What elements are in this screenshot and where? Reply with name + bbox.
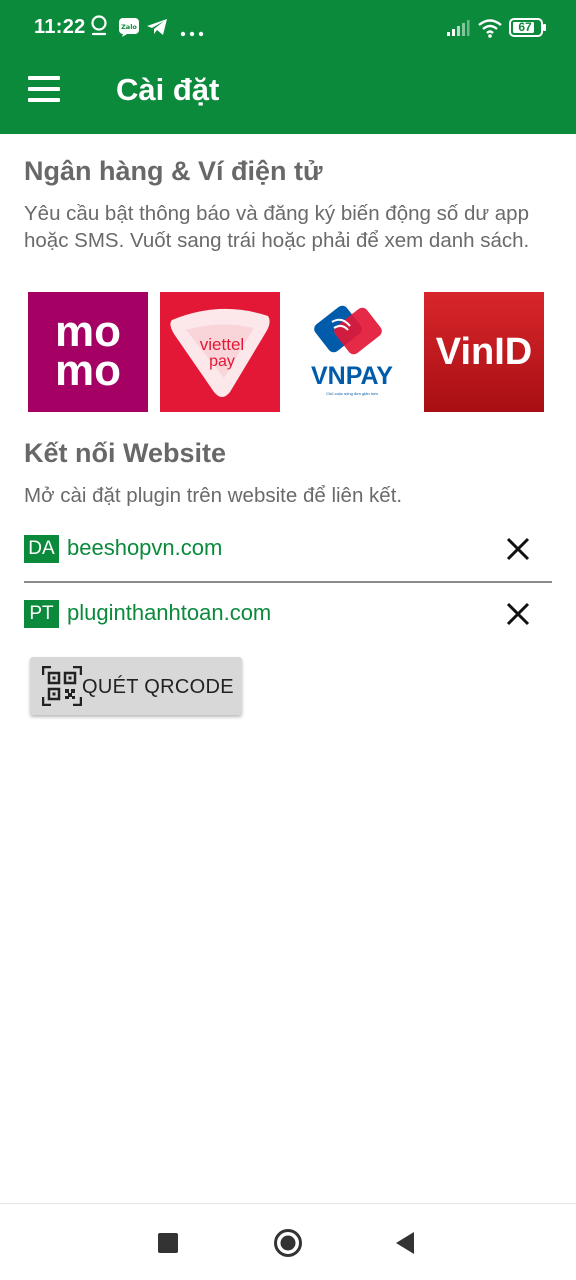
status-time: 11:22 xyxy=(34,16,86,38)
remove-site-button[interactable] xyxy=(504,600,532,628)
recents-square-icon[interactable] xyxy=(158,1233,178,1258)
momo-label-bottom: mo xyxy=(55,346,121,395)
row-divider xyxy=(24,581,552,583)
momo-logo[interactable]: mo mo xyxy=(28,292,148,412)
wifi-icon xyxy=(477,18,503,43)
site-badge: PT xyxy=(24,600,59,628)
site-domain[interactable]: beeshopvn.com xyxy=(67,535,222,561)
close-icon xyxy=(506,602,530,626)
home-circle-icon[interactable] xyxy=(273,1228,303,1263)
battery-level: 67 xyxy=(518,20,532,34)
close-icon xyxy=(506,537,530,561)
back-triangle-icon[interactable] xyxy=(395,1232,415,1259)
top-app-bar: 11:22 Zalo 67 Cài đặt xyxy=(0,0,576,134)
remove-site-button[interactable] xyxy=(504,535,532,563)
site-badge: DA xyxy=(24,535,59,563)
scan-qrcode-button[interactable]: QUÉT QRCODE xyxy=(30,657,242,715)
menu-button[interactable] xyxy=(28,76,62,102)
vnpay-tagline: Chủ cuộc sống đơn giản hơn xyxy=(326,391,378,396)
site-domain[interactable]: pluginthanhtoan.com xyxy=(67,600,271,626)
page-title: Cài đặt xyxy=(116,72,220,107)
qrcode-icon xyxy=(41,665,83,711)
banks-description: Yêu cầu bật thông báo và đăng ký biến độ… xyxy=(24,202,530,252)
vnpay-label: VNPAY xyxy=(311,362,393,390)
viettelpay-label-top: viettel xyxy=(200,335,244,354)
system-nav-bar xyxy=(0,1203,576,1280)
vinid-label: VinID xyxy=(436,331,532,373)
location-pin-icon xyxy=(90,15,108,44)
viettelpay-label-bottom: pay xyxy=(209,353,235,370)
svg-text:Zalo: Zalo xyxy=(121,23,137,31)
websites-section-title: Kết nối Website xyxy=(24,438,227,468)
more-dots-icon xyxy=(180,24,204,42)
vinid-logo[interactable]: VinID xyxy=(424,292,544,412)
signal-icon xyxy=(446,20,470,42)
app-bar: Cài đặt xyxy=(0,56,576,134)
website-row: PT pluginthanhtoan.com xyxy=(24,596,552,636)
website-row: DA beeshopvn.com xyxy=(24,531,552,571)
vnpay-logo[interactable]: VNPAY Chủ cuộc sống đơn giản hơn xyxy=(292,292,412,412)
telegram-icon xyxy=(146,18,168,41)
status-bar: 11:22 Zalo 67 xyxy=(0,0,576,56)
banks-section-title: Ngân hàng & Ví điện tử xyxy=(24,156,323,186)
zalo-icon: Zalo xyxy=(118,17,140,42)
websites-description: Mở cài đặt plugin trên website để liên k… xyxy=(24,484,403,507)
viettelpay-logo[interactable]: viettel pay xyxy=(160,292,280,412)
scan-qrcode-label: QUÉT QRCODE xyxy=(82,676,234,698)
